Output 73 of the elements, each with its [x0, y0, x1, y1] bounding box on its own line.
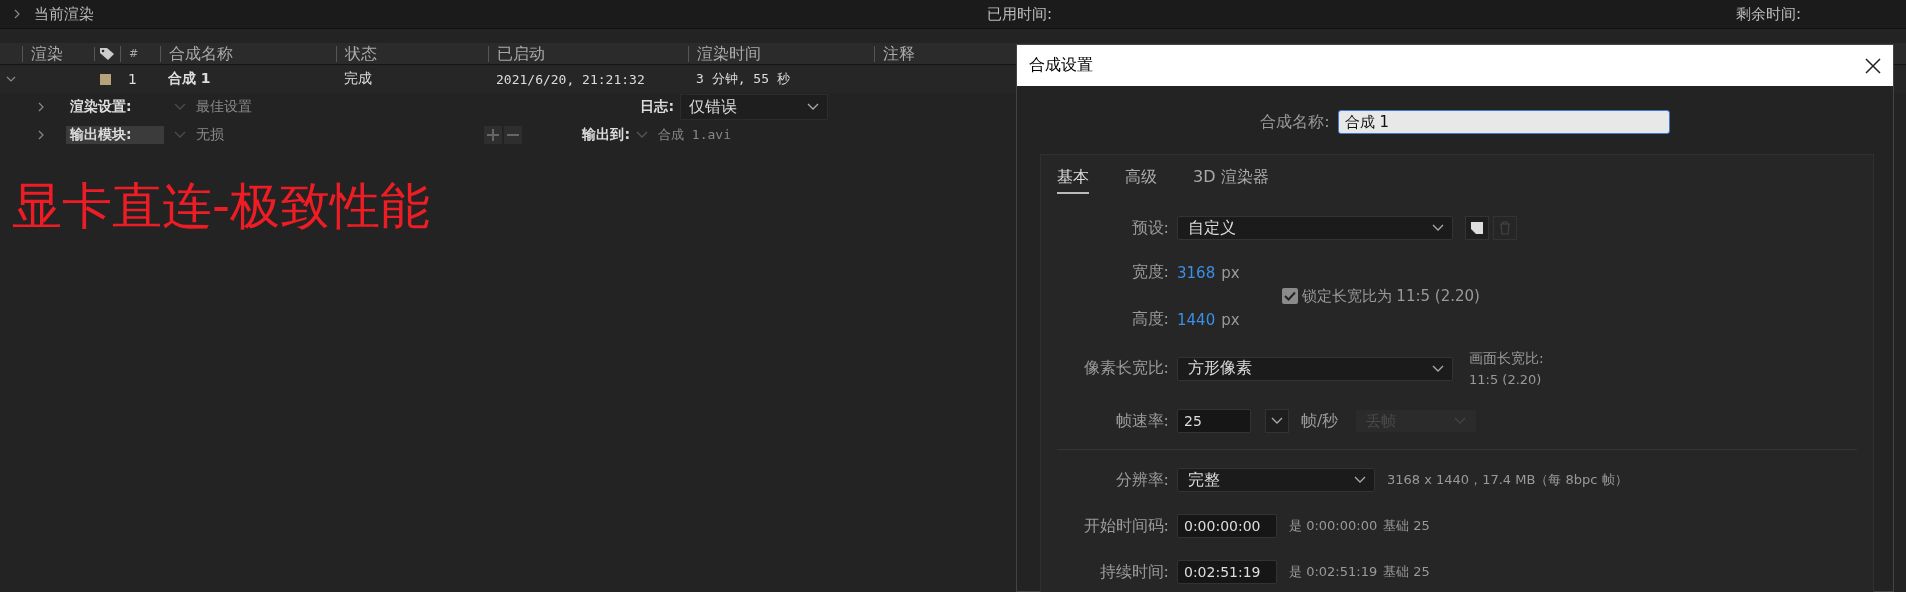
resolution-info: 3168 x 1440，17.4 MB（每 8bpc 帧） [1387, 471, 1628, 489]
render-settings-value[interactable]: 最佳设置 [196, 98, 252, 116]
table-cell-text: 1 [127, 71, 138, 87]
table-cell-text: 3 分钟, 55 秒 [695, 70, 791, 88]
column-header[interactable]: 合成名称 [160, 45, 336, 62]
close-icon[interactable] [1865, 57, 1881, 74]
dropdown-caret-icon [807, 103, 819, 111]
timecode-info: 是 0:02:51:19 [1289, 563, 1378, 581]
add-icon[interactable] [484, 126, 502, 144]
tag-icon[interactable] [99, 46, 115, 61]
unit-text: px [1221, 310, 1240, 329]
dropdown-caret-icon [1454, 417, 1467, 425]
dropdown[interactable]: 完整 [1177, 468, 1375, 492]
timecode-field[interactable]: 0:00:00:00 [1177, 514, 1277, 538]
dropdown-caret-icon [174, 103, 186, 111]
dropdown-caret-icon [1354, 476, 1366, 484]
column-header[interactable]: 已启动 [488, 45, 688, 62]
dropdown-caret-icon [1432, 224, 1444, 232]
dropdown-caret-icon [174, 131, 186, 139]
field-label: 宽度: [1130, 262, 1169, 283]
output-module-label: 输出模块: [66, 126, 164, 144]
column-header[interactable]: # [120, 45, 160, 62]
column-header[interactable]: 渲染 [22, 45, 94, 62]
width-value[interactable]: 3168 [1177, 263, 1216, 282]
elapsed-time-label: 已用时间: [987, 4, 1054, 24]
timebase-text: 基础 25 [1383, 563, 1430, 581]
log-label: 日志: [639, 98, 675, 116]
table-cell-text: 合成 1 [167, 70, 212, 88]
frame-aspect-label: 画面长宽比: [1469, 350, 1544, 368]
output-to-label: 输出到: [581, 126, 631, 144]
render-settings-label: 渲染设置: [69, 98, 133, 116]
label-color-swatch[interactable] [100, 73, 111, 85]
tab[interactable]: 基本 [1057, 167, 1089, 194]
output-module-value[interactable]: 无损 [196, 126, 224, 144]
tab[interactable]: 3D 渲染器 [1193, 167, 1269, 194]
dropdown-caret-icon [636, 131, 648, 139]
field-label: 合成名称: [1260, 111, 1330, 133]
dropdown-caret-icon [1271, 417, 1283, 425]
log-dropdown[interactable]: 仅错误 [680, 94, 828, 120]
timecode-info: 是 0:00:00:00 [1289, 517, 1378, 535]
dialog-title: 合成设置 [1029, 55, 1093, 76]
frame-rate-dropdown[interactable] [1265, 409, 1289, 433]
overlay-caption: 显卡直连-极致性能 [12, 176, 431, 237]
frame-rate-field[interactable]: 25 [1177, 409, 1251, 433]
field-label: 分辨率: [1114, 469, 1169, 491]
remaining-time-label: 剩余时间: [1736, 4, 1803, 24]
dropdown[interactable]: 方形像素 [1177, 356, 1453, 381]
frame-aspect-value: 11:5 (2.20) [1469, 372, 1543, 387]
column-header[interactable]: 状态 [336, 45, 488, 62]
timebase-text: 基础 25 [1383, 517, 1430, 535]
field-label: 开始时间码: [1082, 515, 1169, 537]
column-header[interactable]: 渲染时间 [688, 45, 874, 62]
unit-text: px [1221, 263, 1240, 282]
lock-aspect-checkbox[interactable] [1281, 288, 1298, 304]
lock-aspect-label: 锁定长宽比为 11:5 (2.20) [1301, 286, 1480, 306]
timecode-field[interactable]: 0:02:51:19 [1177, 560, 1277, 584]
table-cell-text: 2021/6/20, 21:21:32 [495, 71, 646, 87]
composition-name-field[interactable]: 合成 1 [1337, 110, 1670, 134]
table-cell-text: 完成 [343, 70, 373, 88]
field-label: 预设: [1130, 217, 1169, 239]
dropdown-caret-icon [1432, 364, 1444, 373]
field-label: 持续时间: [1098, 561, 1169, 583]
output-file-value[interactable]: 合成 1.avi [658, 126, 731, 144]
field-label: 高度: [1130, 309, 1169, 330]
height-value[interactable]: 1440 [1177, 310, 1216, 329]
field-label: 帧速率: [1114, 410, 1169, 432]
panel-title: 当前渲染 [34, 4, 95, 24]
dropdown[interactable]: 自定义 [1177, 216, 1453, 240]
save-preset-icon[interactable] [1470, 221, 1484, 235]
field-label: 像素长宽比: [1082, 358, 1169, 379]
unit-text: 帧/秒 [1301, 410, 1339, 432]
tab[interactable]: 高级 [1125, 167, 1157, 194]
remove-icon[interactable] [504, 126, 522, 144]
